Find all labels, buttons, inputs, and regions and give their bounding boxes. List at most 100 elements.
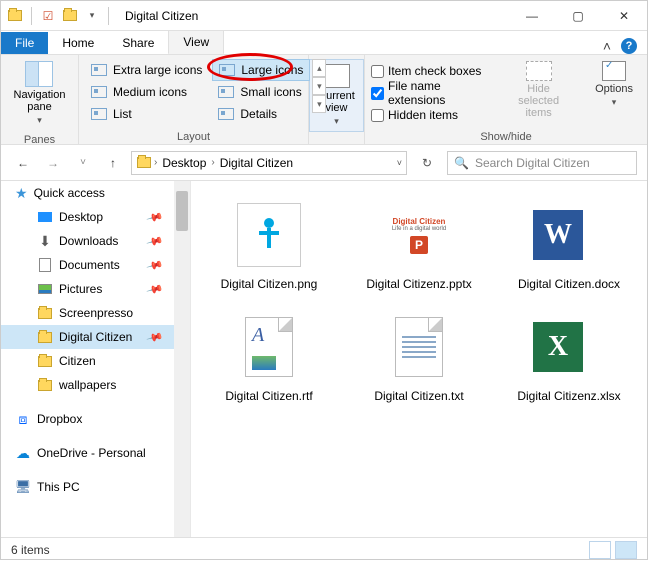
- close-button[interactable]: ✕: [601, 1, 647, 31]
- word-icon: W: [533, 199, 605, 271]
- file-item[interactable]: Digital CitizenLife in a digital worldP …: [349, 199, 489, 291]
- qat-customize-icon[interactable]: ▾: [84, 8, 100, 24]
- folder-icon: [136, 155, 152, 171]
- sidebar-onedrive[interactable]: ☁OneDrive - Personal: [1, 441, 190, 465]
- layout-extra-large-icons[interactable]: Extra large icons: [85, 59, 208, 81]
- sidebar-scrollbar[interactable]: [174, 181, 190, 537]
- pc-icon: 🖥: [15, 479, 31, 495]
- nav-forward-button[interactable]: →: [41, 151, 65, 175]
- layout-small-icons[interactable]: Small icons: [212, 81, 310, 103]
- breadcrumb-desktop[interactable]: Desktop: [159, 156, 209, 170]
- group-layout-label: Layout: [79, 129, 308, 147]
- file-item[interactable]: Digital Citizen.png: [199, 199, 339, 291]
- tab-view[interactable]: View: [168, 30, 224, 54]
- file-view[interactable]: Digital Citizen.png Digital CitizenLife …: [191, 181, 647, 537]
- nav-up-button[interactable]: ↑: [101, 151, 125, 175]
- group-showhide-label: Show/hide: [365, 129, 647, 147]
- file-label: Digital Citizen.rtf: [225, 389, 312, 403]
- qat-newfolder-icon[interactable]: [62, 8, 78, 24]
- rtf-icon: A: [245, 317, 293, 377]
- sidebar-item-desktop[interactable]: Desktop📌: [1, 205, 190, 229]
- cloud-icon: ☁: [15, 445, 31, 461]
- file-label: Digital Citizen.png: [221, 277, 318, 291]
- status-bar: 6 items: [1, 537, 647, 561]
- sidebar-dropbox[interactable]: ⧈Dropbox: [1, 407, 190, 431]
- tab-file[interactable]: File: [1, 32, 48, 54]
- png-thumbnail-icon: [237, 203, 301, 267]
- hide-selected-icon: [526, 61, 552, 81]
- desktop-icon: [37, 209, 53, 225]
- file-label: Digital Citizenz.xlsx: [517, 389, 620, 403]
- layout-list[interactable]: List: [85, 103, 208, 125]
- sidebar-item-citizen[interactable]: Citizen: [1, 349, 190, 373]
- titlebar: ☑ ▾ Digital Citizen — ▢ ✕: [1, 1, 647, 31]
- folder-icon: [7, 8, 23, 24]
- sidebar-quick-access[interactable]: ★Quick access: [1, 181, 190, 205]
- file-item[interactable]: A Digital Citizen.rtf: [199, 311, 339, 403]
- file-label: Digital Citizen.docx: [518, 277, 620, 291]
- folder-icon: [37, 305, 53, 321]
- qat-properties-icon[interactable]: ☑: [40, 8, 56, 24]
- layout-details[interactable]: Details: [212, 103, 310, 125]
- breadcrumb-dropdown-icon[interactable]: ˅: [397, 158, 402, 168]
- breadcrumb[interactable]: › Desktop › Digital Citizen ˅: [131, 151, 407, 175]
- options-icon: [602, 61, 626, 81]
- view-large-button[interactable]: [615, 541, 637, 559]
- file-item[interactable]: X Digital Citizenz.xlsx: [499, 311, 639, 403]
- search-icon: 🔍: [454, 156, 469, 170]
- item-count: 6 items: [11, 543, 50, 557]
- tab-share[interactable]: Share: [108, 32, 168, 54]
- dropbox-icon: ⧈: [15, 411, 31, 427]
- window-title: Digital Citizen: [117, 9, 509, 23]
- nav-back-button[interactable]: ←: [11, 151, 35, 175]
- ribbon: Navigation pane ▾ Panes Extra large icon…: [1, 55, 647, 145]
- file-item[interactable]: W Digital Citizen.docx: [499, 199, 639, 291]
- check-item-checkboxes[interactable]: Item check boxes: [371, 61, 490, 81]
- refresh-button[interactable]: ↻: [413, 151, 441, 175]
- sidebar-item-wallpapers[interactable]: wallpapers: [1, 373, 190, 397]
- pin-icon: 📌: [146, 232, 164, 250]
- ribbon-collapse-icon[interactable]: ˄: [603, 38, 611, 54]
- layout-medium-icons[interactable]: Medium icons: [85, 81, 208, 103]
- pin-icon: 📌: [146, 328, 164, 346]
- hide-selected-button[interactable]: Hide selected items: [500, 59, 577, 121]
- view-details-button[interactable]: [589, 541, 611, 559]
- maximize-button[interactable]: ▢: [555, 1, 601, 31]
- sidebar-item-downloads[interactable]: ⬇Downloads📌: [1, 229, 190, 253]
- minimize-button[interactable]: —: [509, 1, 555, 31]
- search-placeholder: Search Digital Citizen: [475, 156, 590, 170]
- ribbon-tabs: File Home Share View ˄ ?: [1, 31, 647, 55]
- star-icon: ★: [15, 185, 28, 202]
- folder-icon: [37, 377, 53, 393]
- navigation-pane-label: Navigation pane: [14, 89, 66, 113]
- sidebar-this-pc[interactable]: 🖥This PC: [1, 475, 190, 499]
- pin-icon: 📌: [146, 280, 164, 298]
- sidebar-item-documents[interactable]: Documents📌: [1, 253, 190, 277]
- file-label: Digital Citizenz.pptx: [366, 277, 471, 291]
- sidebar-item-digital-citizen[interactable]: Digital Citizen📌: [1, 325, 190, 349]
- navigation-pane-button[interactable]: Navigation pane ▾: [8, 59, 72, 128]
- file-item[interactable]: Digital Citizen.txt: [349, 311, 489, 403]
- help-icon[interactable]: ?: [621, 38, 637, 54]
- layout-scroll[interactable]: ▴▾▾: [310, 59, 328, 113]
- sidebar-item-screenpresso[interactable]: Screenpresso: [1, 301, 190, 325]
- group-panes-label: Panes: [1, 132, 78, 150]
- check-hidden-items[interactable]: Hidden items: [371, 105, 490, 125]
- options-button[interactable]: Options ▾: [587, 59, 641, 110]
- sidebar-item-pictures[interactable]: Pictures📌: [1, 277, 190, 301]
- tab-home[interactable]: Home: [48, 32, 108, 54]
- pin-icon: 📌: [146, 208, 164, 226]
- downloads-icon: ⬇: [37, 233, 53, 249]
- sidebar: ★Quick access Desktop📌 ⬇Downloads📌 Docum…: [1, 181, 191, 537]
- documents-icon: [37, 257, 53, 273]
- pin-icon: 📌: [146, 256, 164, 274]
- breadcrumb-current[interactable]: Digital Citizen: [217, 156, 296, 170]
- check-file-extensions[interactable]: File name extensions: [371, 83, 490, 103]
- address-bar: ← → ˅ ↑ › Desktop › Digital Citizen ˅ ↻ …: [1, 145, 647, 181]
- nav-recent-button[interactable]: ˅: [71, 151, 95, 175]
- navigation-pane-icon: [25, 61, 53, 87]
- excel-icon: X: [533, 311, 605, 383]
- txt-icon: [395, 317, 443, 377]
- search-input[interactable]: 🔍 Search Digital Citizen: [447, 151, 637, 175]
- layout-large-icons[interactable]: Large icons: [212, 59, 310, 81]
